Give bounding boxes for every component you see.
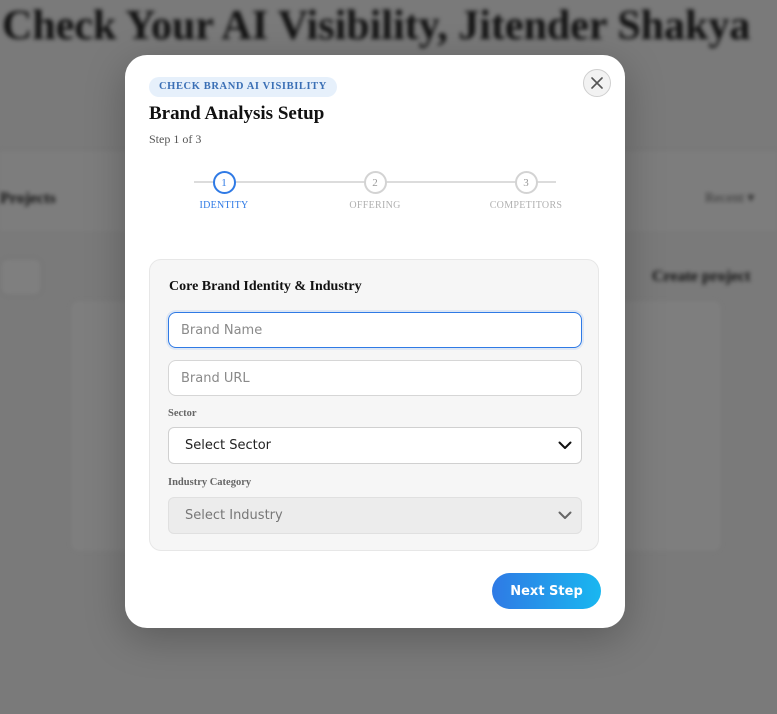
step-number: 3 — [514, 171, 538, 194]
close-icon — [591, 77, 603, 89]
sector-select[interactable]: Select Sector — [168, 427, 582, 464]
step-label: IDENTITY — [199, 200, 249, 211]
brand-identity-card: Core Brand Identity & Industry Sector Se… — [149, 259, 599, 551]
step-label: COMPETITORS — [489, 200, 563, 211]
brand-name-input[interactable] — [168, 312, 582, 348]
industry-select: Select Industry — [168, 497, 582, 534]
sector-select-value: Select Sector — [185, 438, 272, 453]
step-label: OFFERING — [349, 200, 401, 211]
step-counter: Step 1 of 3 — [149, 132, 202, 146]
step-number: 1 — [212, 171, 236, 194]
chevron-down-icon — [558, 511, 572, 519]
next-step-button[interactable]: Next Step — [492, 573, 601, 609]
step-competitors: 3 COMPETITORS — [471, 171, 581, 211]
brand-url-input[interactable] — [168, 360, 582, 396]
brand-analysis-modal: CHECK BRAND AI VISIBILITY Brand Analysis… — [125, 55, 625, 628]
sector-label: Sector — [168, 408, 197, 419]
industry-select-value: Select Industry — [185, 508, 283, 523]
industry-label: Industry Category — [168, 477, 252, 488]
step-number: 2 — [363, 171, 387, 194]
step-offering: 2 OFFERING — [320, 171, 430, 211]
close-button[interactable] — [583, 69, 611, 97]
card-title: Core Brand Identity & Industry — [169, 279, 362, 294]
chevron-down-icon — [558, 441, 572, 449]
modal-title: Brand Analysis Setup — [149, 103, 325, 124]
modal-badge: CHECK BRAND AI VISIBILITY — [149, 77, 337, 97]
step-identity: 1 IDENTITY — [169, 171, 279, 211]
